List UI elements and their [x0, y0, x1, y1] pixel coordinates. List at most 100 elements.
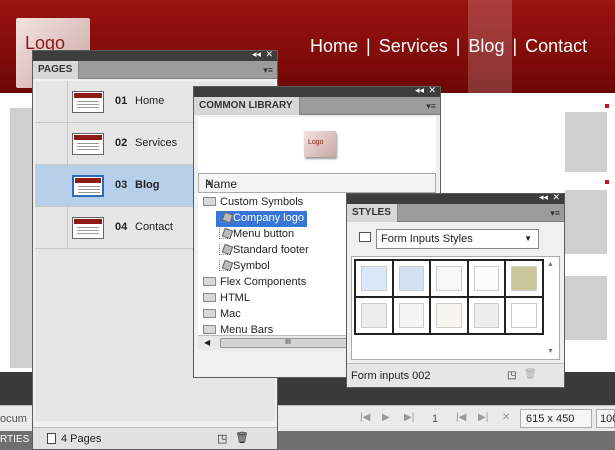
new-style-icon[interactable]: ◳	[507, 370, 516, 381]
library-panel-titlebar[interactable]: ◂◂ ✕	[194, 85, 440, 97]
styles-panel-titlebar[interactable]: ◂◂ ✕	[347, 192, 564, 204]
scroll-up-icon[interactable]: ▲	[547, 261, 554, 268]
style-swatch[interactable]	[355, 260, 393, 297]
style-swatch[interactable]	[392, 260, 431, 297]
style-swatch-area: ▲ ▼	[351, 256, 560, 360]
tree-item-company-logo[interactable]: Company logo	[216, 211, 307, 227]
tree-folder-mac[interactable]: Mac	[200, 307, 244, 323]
swatch-fill	[511, 266, 537, 291]
sort-ascending-icon[interactable]: ▲	[205, 177, 427, 187]
pages-footer: 4 Pages ◳ 🗑	[33, 427, 277, 449]
style-swatch[interactable]	[505, 260, 543, 297]
nav-link-home[interactable]: Home	[310, 36, 358, 56]
style-set-value: Form Inputs Styles	[381, 233, 473, 245]
selection-handle[interactable]	[605, 180, 609, 184]
library-tab-row: COMMON LIBRARY ▾≡	[194, 97, 440, 115]
style-library-icon	[359, 232, 371, 242]
nav-link-contact[interactable]: Contact	[525, 36, 587, 56]
content-block-right-3	[565, 276, 607, 340]
tab-styles[interactable]: STYLES	[347, 204, 398, 222]
row-divider	[67, 81, 68, 123]
nav-link-blog[interactable]: Blog	[468, 36, 504, 56]
stop-icon[interactable]: ✕	[502, 412, 510, 423]
collapse-icon[interactable]: ◂◂	[415, 85, 424, 96]
style-swatch[interactable]	[467, 260, 506, 297]
tree-folder-html[interactable]: HTML	[200, 291, 253, 307]
page-count: 4 Pages	[61, 433, 102, 445]
page-number: 04	[115, 221, 128, 233]
tree-item-label: Menu Bars	[220, 324, 274, 335]
page-number: 03	[115, 179, 128, 191]
document-name: ocum	[0, 413, 27, 425]
page-name: Blog	[135, 179, 160, 191]
tree-folder-menu-bars[interactable]: Menu Bars	[200, 323, 276, 335]
tree-folder-custom-symbols[interactable]: Custom Symbols	[200, 195, 306, 211]
tree-folder-flex-components[interactable]: Flex Components	[200, 275, 309, 291]
swatch-fill	[398, 266, 425, 291]
panel-menu-icon[interactable]: ▾≡	[550, 208, 560, 219]
swatch-fill	[473, 303, 500, 328]
row-divider	[67, 123, 68, 165]
style-swatch[interactable]	[467, 297, 506, 334]
close-icon[interactable]: ✕	[552, 192, 560, 203]
scroll-thumb[interactable]: III	[220, 338, 356, 348]
nav-separator: |	[455, 36, 461, 56]
panel-menu-icon[interactable]: ▾≡	[426, 101, 436, 112]
symbol-preview: Logo	[198, 117, 436, 173]
style-swatch[interactable]	[355, 297, 393, 334]
last-page-icon[interactable]: ▶|	[404, 412, 414, 423]
tree-item-standard-footer[interactable]: Standard footer	[216, 243, 312, 259]
chevron-down-icon: ▼	[524, 234, 532, 243]
tree-item-label: Custom Symbols	[220, 196, 304, 208]
tab-common-library[interactable]: COMMON LIBRARY	[194, 97, 300, 115]
tab-pages[interactable]: PAGES	[33, 61, 80, 79]
tree-item-symbol[interactable]: Symbol	[216, 259, 273, 275]
delete-style-icon[interactable]: 🗑	[524, 369, 537, 380]
page-name: Home	[135, 95, 165, 107]
selected-style-name: Form inputs 002	[351, 370, 431, 382]
tree-item-label: Symbol	[233, 260, 270, 272]
swatch-fill	[398, 303, 425, 328]
style-swatch[interactable]	[430, 260, 468, 297]
collapse-icon[interactable]: ◂◂	[539, 192, 548, 203]
panel-menu-icon[interactable]: ▾≡	[263, 65, 273, 76]
selection-handle[interactable]	[605, 104, 609, 108]
symbol-icon	[219, 212, 230, 223]
nav-link-services[interactable]: Services	[379, 36, 448, 56]
page-name: Services	[135, 137, 178, 149]
new-page-icon[interactable]: ◳	[217, 432, 227, 445]
scroll-down-icon[interactable]: ▼	[547, 348, 554, 355]
close-icon[interactable]: ✕	[265, 49, 273, 60]
style-set-dropdown[interactable]: Form Inputs Styles ▼	[376, 229, 539, 249]
scroll-left-icon[interactable]: ◀	[204, 338, 210, 347]
next-page-icon[interactable]: ▶|	[478, 412, 488, 423]
page-thumbnail	[72, 175, 104, 197]
tree-item-label: Company logo	[233, 212, 304, 224]
first-page-icon[interactable]: |◀	[360, 412, 370, 423]
prev-page-icon[interactable]: |◀	[456, 412, 466, 423]
style-swatch-grid	[354, 259, 544, 335]
tree-item-menu-button[interactable]: Menu button	[216, 227, 297, 243]
delete-page-icon[interactable]: 🗑	[235, 431, 249, 444]
swatch-vertical-scrollbar[interactable]: ▲ ▼	[545, 259, 557, 357]
tree-item-label: HTML	[220, 292, 250, 304]
swatch-fill	[436, 266, 462, 291]
tree-item-label: Standard footer	[233, 244, 309, 256]
zoom-field[interactable]: 100	[596, 409, 615, 428]
style-swatch[interactable]	[430, 297, 468, 334]
play-icon[interactable]: ▶	[382, 412, 390, 423]
pages-panel-titlebar[interactable]: ◂◂ ✕	[33, 49, 277, 61]
folder-icon	[203, 309, 216, 318]
name-column-header[interactable]: Name ▲	[198, 173, 436, 193]
tree-item-label: Flex Components	[220, 276, 307, 288]
swatch-fill	[361, 266, 387, 291]
nav-separator: |	[512, 36, 518, 56]
style-swatch[interactable]	[505, 297, 543, 334]
style-swatch[interactable]	[392, 297, 431, 334]
close-icon[interactable]: ✕	[428, 85, 436, 96]
canvas-size-field[interactable]: 615 x 450	[520, 409, 592, 428]
collapse-icon[interactable]: ◂◂	[252, 49, 261, 60]
page-number: 1	[432, 413, 439, 425]
properties-tab-label[interactable]: RTIES	[0, 434, 29, 445]
pages-tab-row: PAGES ▾≡	[33, 61, 277, 79]
